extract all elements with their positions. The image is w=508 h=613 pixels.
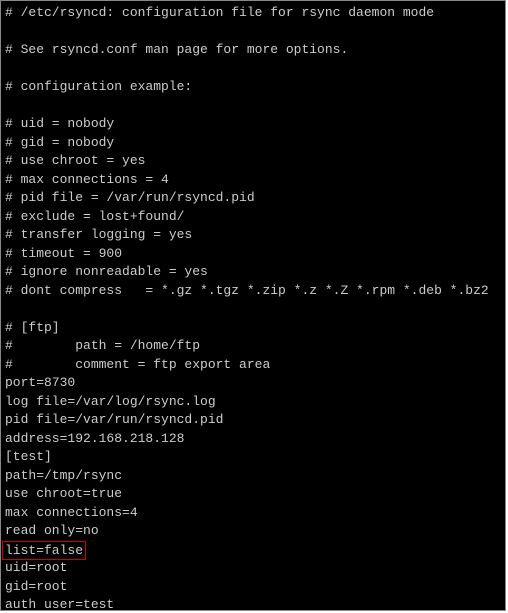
config-line: # [ftp] (5, 319, 501, 338)
config-line: # use chroot = yes (5, 152, 501, 171)
config-line: log file=/var/log/rsync.log (5, 393, 501, 412)
config-line: path=/tmp/rsync (5, 467, 501, 486)
config-line: [test] (5, 448, 501, 467)
config-line: address=192.168.218.128 (5, 430, 501, 449)
highlight-box: list=false (2, 541, 86, 560)
config-line: # See rsyncd.conf man page for more opti… (5, 41, 501, 60)
blank-line (5, 97, 501, 116)
blank-line (5, 60, 501, 79)
config-line: read only=no (5, 522, 501, 541)
terminal-window[interactable]: # /etc/rsyncd: configuration file for rs… (0, 0, 506, 611)
config-line: # exclude = lost+found/ (5, 208, 501, 227)
config-line: max connections=4 (5, 504, 501, 523)
blank-line (5, 23, 501, 42)
config-line: port=8730 (5, 374, 501, 393)
blank-line (5, 300, 501, 319)
config-line: # dont compress = *.gz *.tgz *.zip *.z *… (5, 282, 501, 301)
highlighted-line: list=false (5, 541, 501, 560)
config-line: # timeout = 900 (5, 245, 501, 264)
config-line: pid file=/var/run/rsyncd.pid (5, 411, 501, 430)
config-line: auth user=test (5, 596, 501, 611)
config-line: use chroot=true (5, 485, 501, 504)
config-line: # gid = nobody (5, 134, 501, 153)
config-line: # max connections = 4 (5, 171, 501, 190)
config-line: # configuration example: (5, 78, 501, 97)
config-line: # transfer logging = yes (5, 226, 501, 245)
config-line: # pid file = /var/run/rsyncd.pid (5, 189, 501, 208)
config-line: uid=root (5, 559, 501, 578)
config-line: # comment = ftp export area (5, 356, 501, 375)
config-line: # /etc/rsyncd: configuration file for rs… (5, 4, 501, 23)
config-line: # path = /home/ftp (5, 337, 501, 356)
config-line: # uid = nobody (5, 115, 501, 134)
config-line: # ignore nonreadable = yes (5, 263, 501, 282)
config-line: gid=root (5, 578, 501, 597)
